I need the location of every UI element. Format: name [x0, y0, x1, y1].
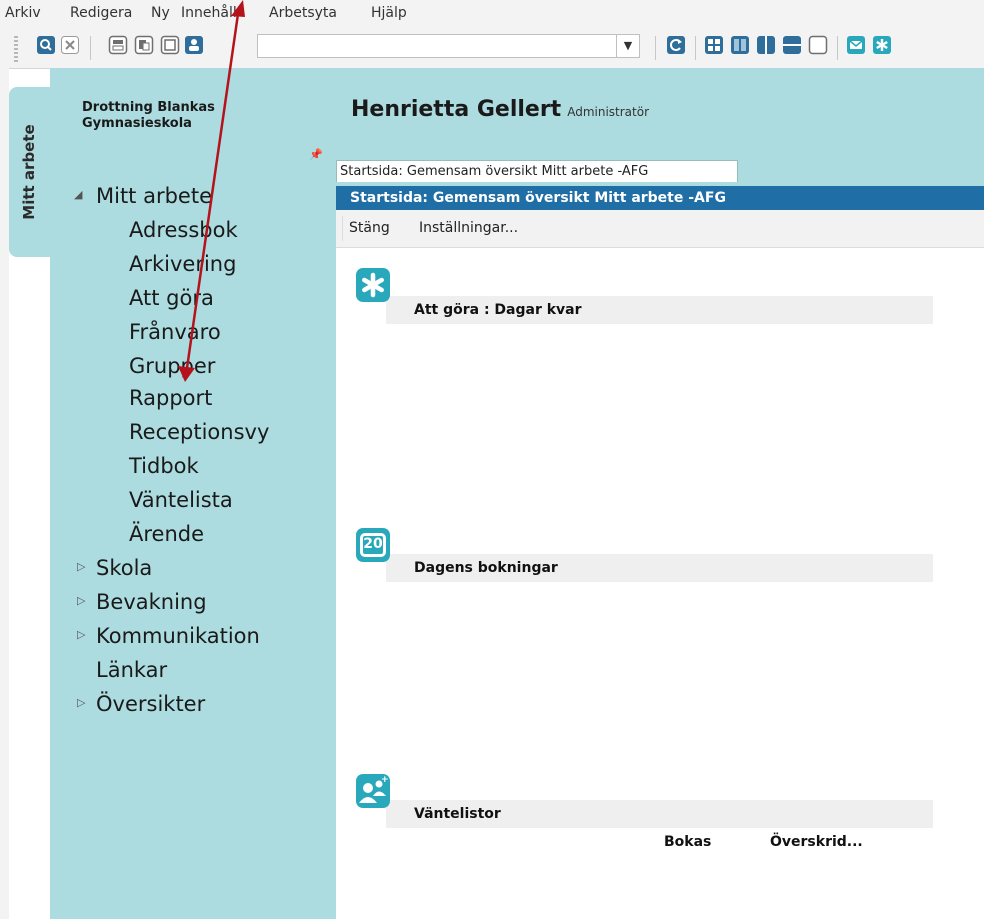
nav-item-vantelista[interactable]: Väntelista: [129, 488, 233, 512]
nav-item-franvaro[interactable]: Frånvaro: [129, 320, 221, 344]
nav-item-receptionsvy[interactable]: Receptionsvy: [129, 420, 269, 444]
print-icon[interactable]: [108, 35, 128, 55]
rows-layout-icon[interactable]: [782, 35, 802, 55]
user-role: Administratör: [567, 105, 650, 119]
toolbar-separator: [90, 36, 91, 60]
user-icon[interactable]: [184, 35, 204, 55]
close-button[interactable]: Stäng: [349, 220, 390, 236]
user-header: Henrietta Gellert Administratör: [351, 97, 649, 122]
toolbar-separator: [837, 36, 838, 60]
toolbar: ▼: [0, 28, 984, 69]
main-area: Henrietta Gellert Administratör Startsida…: [333, 68, 984, 919]
sidebar: Drottning Blankas Gymnasieskola 📌 ◢ Mitt…: [50, 68, 333, 919]
school-name: Drottning Blankas Gymnasieskola: [82, 100, 215, 132]
asterisk-icon[interactable]: [872, 35, 892, 55]
menu-bar: Arkiv Redigera Ny Innehåll Arbetsyta Hjä…: [0, 0, 984, 28]
close-doc-icon[interactable]: [60, 35, 80, 55]
widget-todo-title: Att göra : Dagar kvar: [414, 302, 582, 318]
vertical-tab-label: Mitt arbete: [20, 124, 38, 220]
nav-item-adressbok[interactable]: Adressbok: [129, 218, 238, 242]
vertical-tab-mitt-arbete[interactable]: Mitt arbete: [9, 87, 50, 257]
nav-item-tidbok[interactable]: Tidbok: [129, 454, 199, 478]
menu-innehall[interactable]: Innehåll: [181, 5, 237, 21]
mail-icon[interactable]: [846, 35, 866, 55]
panel-content: Stäng Inställningar... Att göra : Dagar …: [336, 210, 984, 919]
columns-layout-icon[interactable]: [756, 35, 776, 55]
nav-item-rapport[interactable]: Rapport: [129, 386, 212, 410]
chevron-down-icon[interactable]: ▼: [616, 35, 639, 57]
collapsed-triangle-icon[interactable]: ▷: [77, 696, 85, 709]
widget-bookings-header: Dagens bokningar: [386, 554, 933, 582]
school-name-line1: Drottning Blankas: [82, 100, 215, 115]
expanded-triangle-icon[interactable]: ◢: [74, 188, 82, 201]
calendar-icon-date: 20: [363, 536, 383, 552]
collapsed-triangle-icon[interactable]: ▷: [77, 628, 85, 641]
nav-item-arende[interactable]: Ärende: [129, 522, 204, 546]
toolbar-separator: [655, 36, 656, 60]
widget-todo-header: Att göra : Dagar kvar: [386, 296, 933, 324]
copy-icon[interactable]: [134, 35, 154, 55]
nav-kommunikation[interactable]: Kommunikation: [96, 624, 260, 648]
user-name: Henrietta Gellert: [351, 97, 562, 122]
menu-arkiv[interactable]: Arkiv: [5, 5, 41, 21]
column-header-bokas[interactable]: Bokas: [664, 834, 711, 850]
collapsed-triangle-icon[interactable]: ▷: [77, 560, 85, 573]
school-name-line2: Gymnasieskola: [82, 116, 192, 131]
toolbar-grip[interactable]: [14, 36, 18, 62]
nav-lankar[interactable]: Länkar: [96, 658, 167, 682]
menu-hjalp[interactable]: Hjälp: [371, 5, 407, 21]
menu-arbetsyta[interactable]: Arbetsyta: [269, 5, 337, 21]
widget-waitlists-header: Väntelistor: [386, 800, 933, 828]
asterisk-icon: [356, 268, 390, 302]
menu-redigera[interactable]: Redigera: [70, 5, 132, 21]
tab-startsida[interactable]: Startsida: Gemensam översikt Mitt arbete…: [336, 160, 738, 182]
nav-skola[interactable]: Skola: [96, 556, 152, 580]
menu-ny[interactable]: Ny: [151, 5, 170, 21]
pin-icon[interactable]: 📌: [309, 148, 323, 161]
svg-text:+: +: [381, 775, 389, 785]
widget-bookings-title: Dagens bokningar: [414, 560, 558, 576]
nav-item-arkivering[interactable]: Arkivering: [129, 252, 236, 276]
nav-mitt-arbete[interactable]: Mitt arbete: [96, 184, 212, 208]
single-layout-icon[interactable]: [808, 35, 828, 55]
widget-waitlists-title: Väntelistor: [414, 806, 501, 822]
action-bar: Stäng Inställningar...: [336, 210, 984, 248]
address-combobox[interactable]: ▼: [257, 34, 640, 58]
calendar-icon: 20: [356, 528, 390, 562]
nav-bevakning[interactable]: Bevakning: [96, 590, 207, 614]
action-bar-separator: [342, 216, 343, 241]
people-icon: +: [356, 774, 390, 808]
grid-layout-icon[interactable]: [704, 35, 724, 55]
panel-title: Startsida: Gemensam översikt Mitt arbete…: [336, 186, 984, 210]
split-layout-icon[interactable]: [730, 35, 750, 55]
left-margin: [0, 68, 9, 919]
collapsed-triangle-icon[interactable]: ▷: [77, 594, 85, 607]
search-icon[interactable]: [36, 35, 56, 55]
nav-item-grupper[interactable]: Grupper: [129, 354, 215, 378]
refresh-icon[interactable]: [666, 35, 686, 55]
page-icon[interactable]: [160, 35, 180, 55]
nav-oversikter[interactable]: Översikter: [96, 692, 205, 716]
column-header-overskrid[interactable]: Överskrid...: [770, 834, 863, 850]
nav-item-att-gora[interactable]: Att göra: [129, 286, 214, 310]
toolbar-separator: [695, 36, 696, 60]
settings-button[interactable]: Inställningar...: [419, 220, 518, 236]
